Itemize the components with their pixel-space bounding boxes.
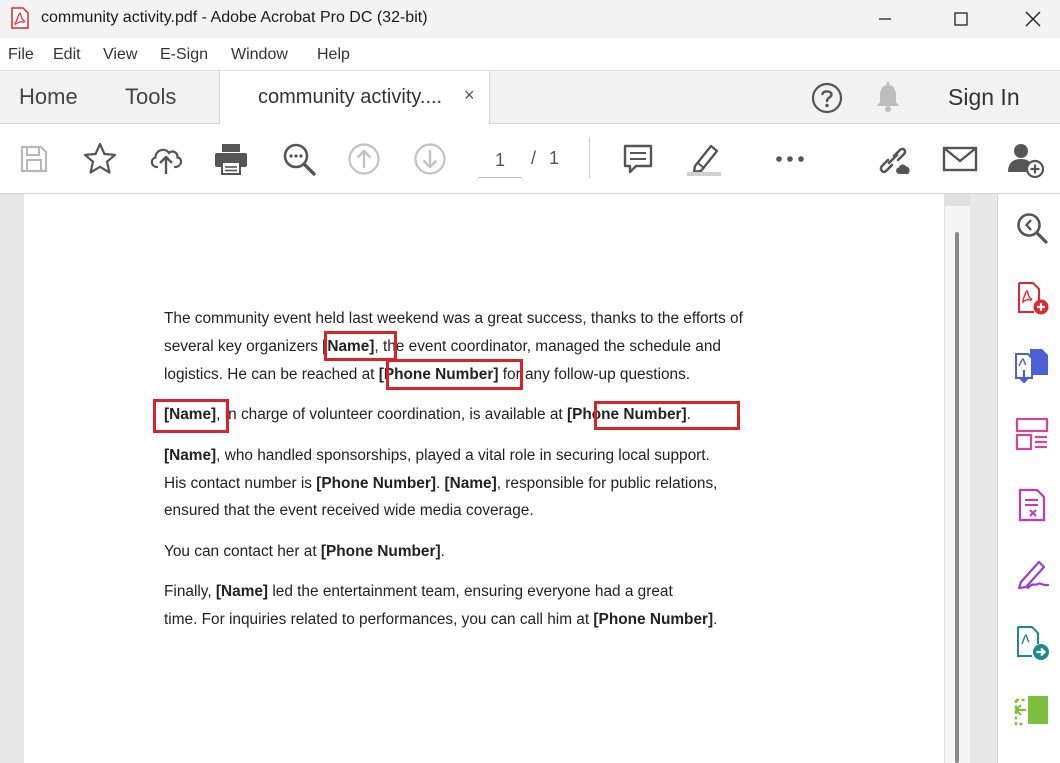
phone-placeholder: [Phone Number] bbox=[320, 543, 441, 560]
help-icon[interactable] bbox=[810, 81, 844, 115]
fill-sign-tool[interactable] bbox=[1012, 554, 1052, 594]
menu-view[interactable]: View bbox=[103, 46, 137, 64]
arrow-up-circle-icon bbox=[348, 143, 380, 175]
organize-pages-tool[interactable] bbox=[1012, 414, 1052, 454]
zoom-panel-icon bbox=[1017, 213, 1048, 244]
pdf-file-icon bbox=[11, 7, 29, 29]
export-pdf-tool[interactable] bbox=[1012, 345, 1052, 385]
paragraph-5-line-1: Finally, [Name] led the entertainment te… bbox=[164, 583, 673, 600]
close-icon bbox=[1025, 11, 1041, 27]
menu-edit[interactable]: Edit bbox=[53, 46, 81, 64]
printer-icon bbox=[215, 144, 247, 175]
scrollbar-top bbox=[944, 194, 970, 206]
document-viewport[interactable]: The community event held last weekend wa… bbox=[0, 194, 997, 763]
document-tab-label: community activity.... bbox=[258, 86, 443, 108]
print-button[interactable] bbox=[211, 139, 251, 179]
highlighter-pen-icon bbox=[687, 144, 721, 176]
title-bar: community activity.pdf - Adobe Acrobat P… bbox=[0, 0, 1060, 38]
add-user-button[interactable] bbox=[1005, 139, 1045, 179]
toolbar: 1 / 1 bbox=[0, 124, 1060, 194]
maximize-icon bbox=[954, 12, 968, 26]
page-total: 1 bbox=[549, 148, 560, 168]
name-placeholder: [Name] bbox=[164, 447, 217, 464]
envelope-icon bbox=[942, 146, 978, 172]
name-placeholder: [Name] bbox=[444, 475, 497, 492]
more-tools-button[interactable] bbox=[770, 139, 810, 179]
close-window-button[interactable] bbox=[998, 0, 1060, 38]
previous-page-button[interactable] bbox=[344, 139, 384, 179]
paragraph-1-line-1: The community event held last weekend wa… bbox=[164, 310, 743, 327]
minimize-icon bbox=[879, 18, 891, 20]
add-user-icon bbox=[1008, 144, 1044, 178]
right-tools-panel bbox=[997, 194, 1060, 763]
tab-home[interactable]: Home bbox=[19, 84, 78, 110]
redaction-highlight-box[interactable] bbox=[324, 331, 397, 361]
comment-button[interactable] bbox=[618, 139, 658, 179]
bookmark-star-button[interactable] bbox=[80, 139, 120, 179]
more-dots-icon bbox=[776, 156, 804, 162]
page-number-input[interactable]: 1 bbox=[478, 146, 522, 178]
star-icon bbox=[83, 142, 117, 174]
bell-icon[interactable] bbox=[873, 81, 903, 115]
close-tab-button[interactable]: × bbox=[464, 85, 475, 106]
tab-document[interactable]: community activity.... × bbox=[220, 71, 490, 125]
redaction-highlight-box[interactable] bbox=[153, 399, 229, 433]
collapse-panel-button[interactable] bbox=[1012, 208, 1052, 248]
phone-placeholder: [Phone Number] bbox=[593, 611, 714, 628]
next-page-button[interactable] bbox=[410, 139, 450, 179]
paragraph-4: You can contact her at [Phone Number]. bbox=[164, 543, 445, 560]
highlight-button[interactable] bbox=[684, 139, 724, 179]
edit-pdf-tool[interactable] bbox=[1012, 485, 1052, 525]
menu-help[interactable]: Help bbox=[317, 46, 350, 64]
signature-pen-icon bbox=[1017, 560, 1050, 590]
organize-pages-icon bbox=[1015, 417, 1049, 451]
sign-in-button[interactable]: Sign In bbox=[948, 84, 1020, 111]
maximize-button[interactable] bbox=[926, 0, 996, 38]
pdf-page[interactable]: The community event held last weekend wa… bbox=[24, 194, 944, 763]
compare-files-tool[interactable] bbox=[1012, 691, 1052, 731]
share-link-button[interactable] bbox=[874, 139, 914, 179]
scrollbar-thumb[interactable] bbox=[955, 232, 959, 763]
paragraph-3-line-3: ensured that the event received wide med… bbox=[164, 502, 534, 519]
redaction-highlight-box[interactable] bbox=[386, 359, 523, 390]
menu-file[interactable]: File bbox=[8, 46, 34, 64]
name-placeholder: [Name] bbox=[215, 583, 269, 600]
paragraph-5-line-2: time. For inquiries related to performan… bbox=[164, 611, 718, 628]
compare-icon bbox=[1014, 696, 1048, 726]
toolbar-divider bbox=[589, 138, 590, 178]
zoom-search-button[interactable] bbox=[279, 139, 319, 179]
tab-bar: Home Tools community activity.... × Sign… bbox=[0, 71, 1060, 125]
menu-bar: File Edit View E-Sign Window Help bbox=[0, 38, 1060, 71]
save-icon bbox=[20, 145, 48, 173]
save-button[interactable] bbox=[14, 139, 54, 179]
magnifier-icon bbox=[283, 143, 316, 176]
paragraph-1-line-2: several key organizers [Name], the event… bbox=[164, 338, 721, 355]
export-pdf-icon bbox=[1015, 349, 1048, 384]
create-pdf-tool[interactable] bbox=[1012, 278, 1052, 318]
email-button[interactable] bbox=[940, 139, 980, 179]
window-title: community activity.pdf - Adobe Acrobat P… bbox=[41, 9, 428, 26]
tab-tools[interactable]: Tools bbox=[125, 84, 176, 110]
create-pdf-icon bbox=[1018, 282, 1049, 315]
arrow-down-circle-icon bbox=[414, 143, 446, 175]
page-separator: / bbox=[531, 148, 537, 168]
edit-pdf-icon bbox=[1018, 488, 1046, 522]
menu-esign[interactable]: E-Sign bbox=[160, 46, 208, 64]
phone-placeholder: [Phone Number] bbox=[316, 475, 436, 492]
paragraph-3-line-1: [Name], who handled sponsorships, played… bbox=[164, 447, 710, 464]
menu-window[interactable]: Window bbox=[231, 46, 288, 64]
redaction-highlight-box[interactable] bbox=[594, 401, 740, 430]
minimize-button[interactable] bbox=[850, 0, 920, 38]
cloud-upload-icon bbox=[150, 148, 183, 174]
upload-cloud-button[interactable] bbox=[146, 139, 186, 179]
acrobat-window: community activity.pdf - Adobe Acrobat P… bbox=[0, 0, 1060, 763]
link-cloud-icon bbox=[879, 147, 910, 174]
paragraph-3-line-2: His contact number is [Phone Number]. [N… bbox=[164, 475, 718, 492]
send-review-tool[interactable] bbox=[1012, 623, 1052, 663]
send-pdf-icon bbox=[1017, 626, 1049, 660]
comment-icon bbox=[623, 144, 653, 174]
